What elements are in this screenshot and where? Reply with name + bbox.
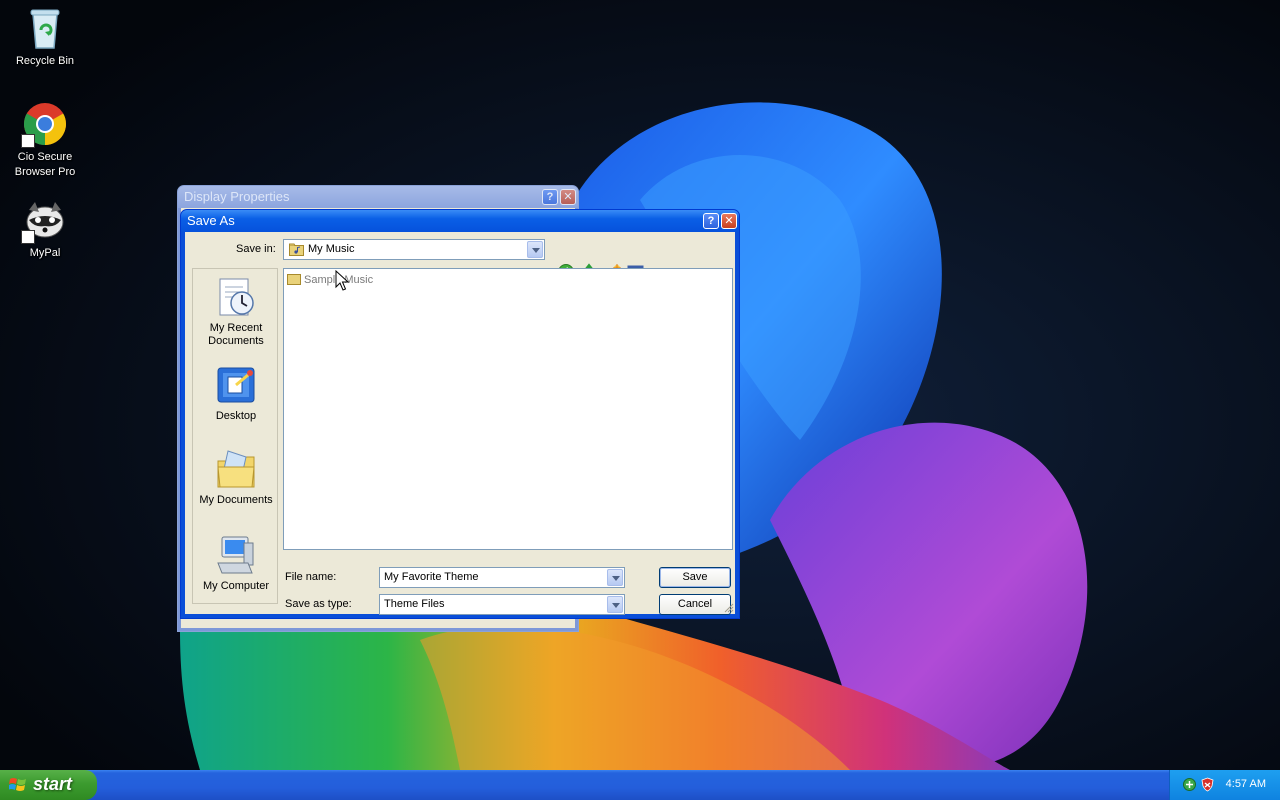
system-tray: 4:57 AM: [1169, 770, 1280, 800]
places-bar: My Recent Documents Desktop My Documents…: [192, 268, 278, 604]
desktop-icon-cio-secure-browser[interactable]: Cio Secure Browser Pro: [0, 100, 90, 180]
place-label: My Documents: [199, 494, 273, 506]
folder-icon: [287, 274, 301, 285]
recent-documents-icon: [214, 275, 258, 319]
save-in-label: Save in:: [236, 243, 276, 255]
my-computer-icon: [214, 533, 258, 577]
music-folder-icon: [289, 243, 304, 256]
chevron-down-icon[interactable]: [607, 569, 623, 586]
my-documents-icon: [214, 447, 258, 491]
place-label: My Recent Documents: [208, 322, 264, 347]
save-as-type-dropdown[interactable]: Theme Files: [379, 594, 625, 615]
file-name-input[interactable]: My Favorite Theme: [379, 567, 625, 588]
close-button[interactable]: ✕: [721, 213, 737, 229]
chevron-down-icon[interactable]: [607, 596, 623, 613]
save-as-dialog: Save As ? ✕ Save in: My Music My Recent …: [180, 209, 740, 619]
shortcut-arrow-icon: [21, 230, 35, 244]
desktop-icon-mypal[interactable]: MyPal: [0, 196, 90, 261]
place-label: My Computer: [202, 580, 270, 592]
display-properties-titlebar[interactable]: Display Properties ? ✕: [178, 186, 578, 208]
help-button[interactable]: ?: [542, 189, 558, 205]
close-button[interactable]: ✕: [560, 189, 576, 205]
network-icon[interactable]: [1182, 777, 1197, 792]
desktop-icon-label: Recycle Bin: [15, 55, 75, 67]
file-list-view[interactable]: Sample Music: [283, 268, 733, 550]
save-as-type-label: Save as type:: [285, 598, 352, 610]
desktop-icon-recycle-bin[interactable]: Recycle Bin: [0, 4, 90, 69]
chrome-browser-icon: [21, 100, 69, 148]
security-shield-icon[interactable]: [1200, 777, 1215, 792]
shortcut-arrow-icon: [21, 134, 35, 148]
mouse-cursor-icon: [335, 270, 349, 291]
save-in-value: My Music: [308, 243, 355, 255]
cancel-button[interactable]: Cancel: [659, 594, 731, 615]
file-name-value: My Favorite Theme: [384, 571, 479, 583]
places-recent-documents[interactable]: My Recent Documents: [193, 275, 279, 348]
list-item[interactable]: Sample Music: [287, 274, 373, 290]
place-label: Desktop: [215, 410, 257, 422]
raccoon-icon: [21, 196, 69, 244]
desktop-icon-label: MyPal: [29, 247, 61, 259]
clock[interactable]: 4:57 AM: [1226, 778, 1266, 790]
desktop-icon: [214, 363, 258, 407]
chevron-down-icon[interactable]: [527, 241, 543, 258]
start-label: start: [33, 774, 73, 794]
places-my-computer[interactable]: My Computer: [193, 533, 279, 593]
dialog-title: Save As: [187, 213, 235, 228]
save-button[interactable]: Save: [659, 567, 731, 588]
places-my-documents[interactable]: My Documents: [193, 447, 279, 507]
places-desktop[interactable]: Desktop: [193, 363, 279, 423]
save-as-type-value: Theme Files: [384, 598, 445, 610]
window-title: Display Properties: [184, 189, 290, 204]
save-as-titlebar[interactable]: Save As ? ✕: [181, 210, 739, 232]
recycle-bin-icon: [21, 4, 69, 52]
windows-logo-icon: [9, 778, 26, 791]
resize-grip-icon[interactable]: [724, 603, 734, 613]
file-name-label: File name:: [285, 571, 337, 583]
help-button[interactable]: ?: [703, 213, 719, 229]
desktop-icon-label: Cio Secure Browser Pro: [14, 151, 76, 178]
start-button[interactable]: start: [0, 770, 97, 800]
save-in-dropdown[interactable]: My Music: [283, 239, 545, 260]
save-as-body: Save in: My Music My Recent Documents De…: [185, 232, 735, 615]
taskbar: start 4:57 AM: [0, 770, 1280, 800]
